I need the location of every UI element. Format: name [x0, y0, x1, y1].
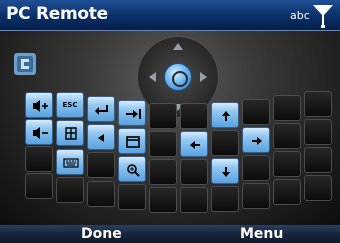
blank-key[interactable]	[180, 187, 208, 213]
volume-up-key[interactable]	[25, 92, 53, 118]
arrow-right-icon	[252, 137, 262, 145]
arrow-right-key[interactable]	[242, 127, 270, 153]
arrow-left-icon	[190, 141, 200, 149]
blank-key[interactable]	[273, 95, 301, 121]
tab-key[interactable]	[118, 100, 146, 126]
blank-key[interactable]	[273, 123, 301, 149]
blank-key[interactable]	[242, 99, 270, 125]
magnifier-icon	[127, 164, 140, 177]
volume-down-icon	[33, 127, 48, 139]
blank-key[interactable]	[56, 177, 84, 203]
blank-key[interactable]	[149, 103, 177, 129]
keyboard-key[interactable]	[56, 149, 84, 175]
blank-key[interactable]	[180, 103, 208, 129]
blank-key[interactable]	[304, 175, 332, 201]
arrow-down-icon	[222, 167, 230, 177]
pc-remote-app-icon	[14, 53, 36, 75]
dpad-select-button[interactable]	[164, 63, 192, 91]
blank-key[interactable]	[118, 184, 146, 210]
blank-key[interactable]	[304, 119, 332, 145]
dpad-right-icon[interactable]	[200, 72, 207, 82]
arrow-up-icon	[222, 111, 230, 121]
window-icon	[126, 136, 140, 148]
backspace-icon	[98, 134, 104, 142]
arrow-up-key[interactable]	[211, 102, 239, 128]
blank-key[interactable]	[273, 179, 301, 205]
enter-arrow-icon	[95, 105, 108, 115]
title-bar: PC Remote abc	[0, 0, 340, 31]
volume-down-key[interactable]	[25, 119, 53, 145]
zoom-key[interactable]	[118, 156, 146, 182]
app-title: PC Remote	[6, 4, 108, 24]
blank-key[interactable]	[211, 186, 239, 212]
blank-key[interactable]	[211, 130, 239, 156]
blank-key[interactable]	[304, 91, 332, 117]
softkey-bar: Done Menu	[0, 225, 340, 243]
keyboard-icon	[63, 158, 79, 168]
enter-key[interactable]	[87, 96, 115, 122]
backspace-key[interactable]	[87, 124, 115, 150]
windows-key[interactable]	[118, 128, 146, 154]
remote-panel: ESC	[0, 31, 340, 225]
blank-key[interactable]	[273, 151, 301, 177]
start-menu-key[interactable]	[56, 120, 84, 146]
blank-key[interactable]	[87, 152, 115, 178]
escape-key[interactable]: ESC	[56, 92, 84, 118]
dpad-left-icon[interactable]	[149, 72, 156, 82]
windows-start-icon	[65, 127, 77, 140]
volume-up-icon	[33, 100, 48, 112]
signal-strength-icon	[313, 5, 333, 28]
blank-key[interactable]	[180, 159, 208, 185]
tab-arrow-icon	[126, 109, 141, 119]
blank-key[interactable]	[149, 131, 177, 157]
done-softkey[interactable]: Done	[81, 226, 122, 242]
arrow-down-key[interactable]	[211, 158, 239, 184]
blank-key[interactable]	[87, 181, 115, 207]
dpad-up-icon[interactable]	[173, 43, 183, 50]
blank-key[interactable]	[25, 146, 53, 172]
blank-key[interactable]	[304, 147, 332, 173]
blank-key[interactable]	[149, 159, 177, 185]
blank-key[interactable]	[149, 187, 177, 213]
blank-key[interactable]	[25, 173, 53, 199]
arrow-left-key[interactable]	[180, 131, 208, 157]
blank-key[interactable]	[242, 183, 270, 209]
menu-softkey[interactable]: Menu	[240, 226, 283, 242]
input-mode-indicator: abc	[290, 9, 310, 22]
escape-key-label: ESC	[62, 101, 78, 109]
blank-key[interactable]	[242, 155, 270, 181]
